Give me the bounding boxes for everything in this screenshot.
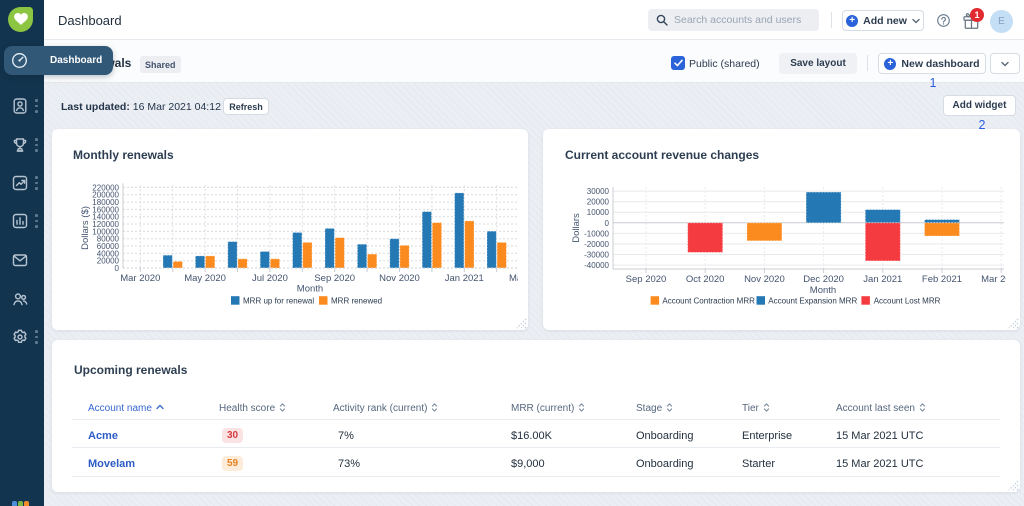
svg-text:Month: Month xyxy=(297,284,323,295)
svg-text:30000: 30000 xyxy=(587,187,610,196)
svg-text:20000: 20000 xyxy=(587,198,610,207)
svg-text:Nov 2020: Nov 2020 xyxy=(744,274,785,285)
svg-text:Account Contraction MRR: Account Contraction MRR xyxy=(662,297,755,306)
svg-text:Jan 2021: Jan 2021 xyxy=(863,274,902,285)
svg-text:Oct 2020: Oct 2020 xyxy=(686,274,725,285)
svg-text:Jan 2021: Jan 2021 xyxy=(445,273,484,284)
svg-text:Month: Month xyxy=(810,285,836,296)
svg-text:Account Expansion MRR: Account Expansion MRR xyxy=(768,297,857,306)
svg-text:Jul 2020: Jul 2020 xyxy=(252,273,288,284)
svg-text:220000: 220000 xyxy=(92,183,119,192)
svg-text:Sep 2020: Sep 2020 xyxy=(626,274,667,285)
svg-text:Account Lost MRR: Account Lost MRR xyxy=(874,297,941,306)
svg-text:Dec 2020: Dec 2020 xyxy=(803,274,844,285)
svg-text:Sep 2020: Sep 2020 xyxy=(314,273,355,284)
svg-text:Nov 2020: Nov 2020 xyxy=(379,273,420,284)
svg-text:May 2020: May 2020 xyxy=(184,273,226,284)
svg-text:Feb 2021: Feb 2021 xyxy=(922,274,962,285)
svg-text:-10000: -10000 xyxy=(584,229,609,238)
svg-text:Mar 2021: Mar 2021 xyxy=(981,274,1020,285)
svg-text:0: 0 xyxy=(605,219,610,228)
svg-text:MRR up for renewal: MRR up for renewal xyxy=(243,297,314,306)
svg-text:Dollars ($): Dollars ($) xyxy=(80,206,91,250)
svg-text:Mar 2020: Mar 2020 xyxy=(120,273,160,284)
svg-text:MRR renewed: MRR renewed xyxy=(331,297,382,306)
svg-text:-30000: -30000 xyxy=(584,251,609,260)
svg-text:-20000: -20000 xyxy=(584,240,609,249)
svg-text:-40000: -40000 xyxy=(584,261,609,270)
svg-text:Mar 2021: Mar 2021 xyxy=(509,273,528,284)
svg-text:Dollars: Dollars xyxy=(571,213,582,243)
svg-text:10000: 10000 xyxy=(587,208,610,217)
